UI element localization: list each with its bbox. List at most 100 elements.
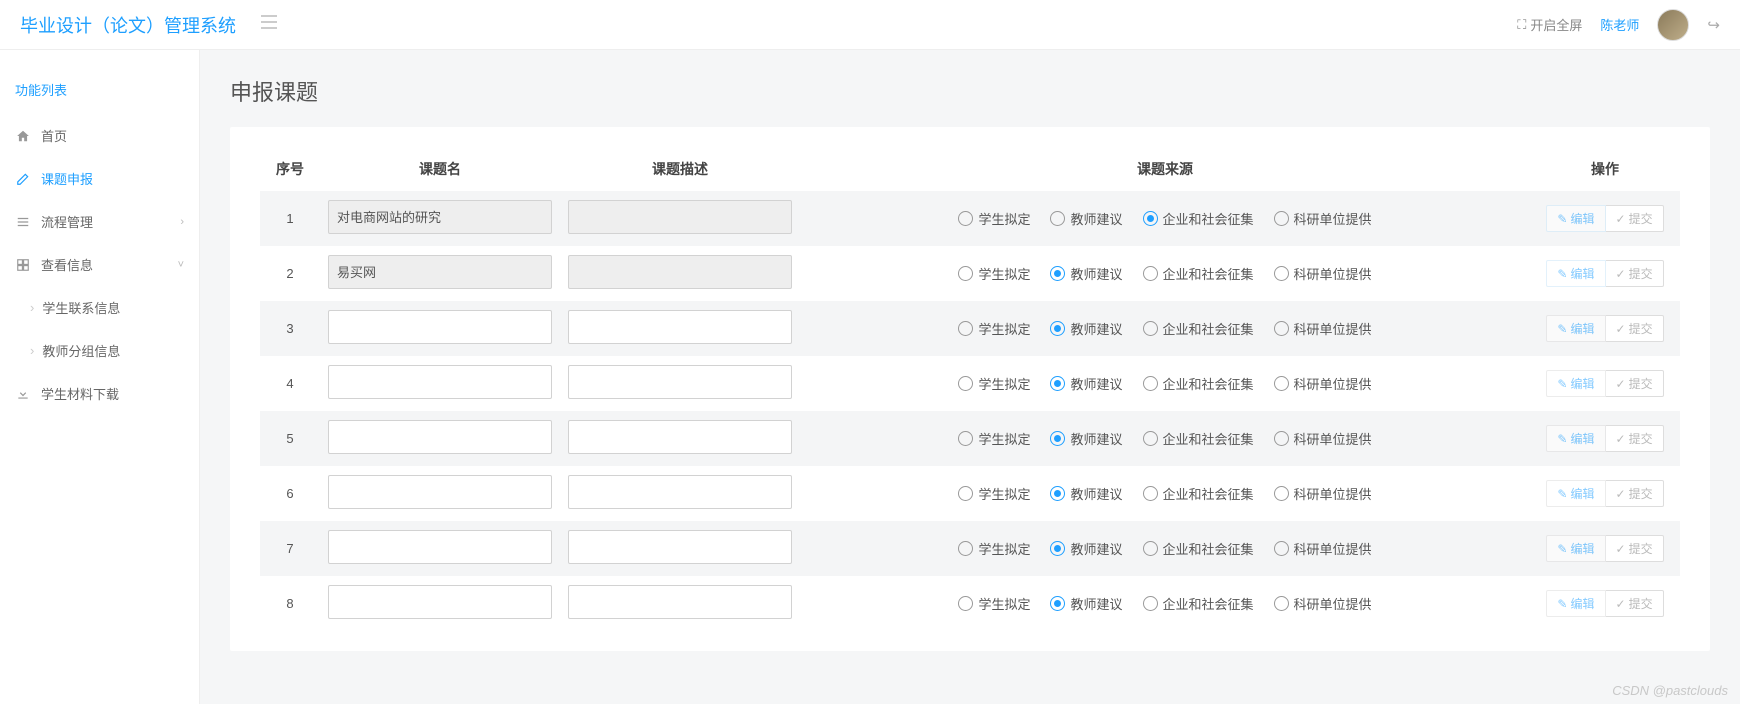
radio-option-2[interactable]: 企业和社会征集 xyxy=(1143,484,1254,503)
radio-option-2[interactable]: 企业和社会征集 xyxy=(1143,374,1254,393)
radio-option-1[interactable]: 教师建议 xyxy=(1050,319,1122,338)
radio-label: 学生拟定 xyxy=(978,429,1030,448)
edit-button[interactable]: ✎编辑 xyxy=(1546,425,1605,452)
edit-button[interactable]: ✎编辑 xyxy=(1546,315,1605,342)
edit-button[interactable]: ✎编辑 xyxy=(1546,205,1605,232)
source-radio-group: 学生拟定 教师建议 企业和社会征集 科研单位提供 xyxy=(808,539,1522,558)
radio-option-0[interactable]: 学生拟定 xyxy=(958,374,1030,393)
radio-option-2[interactable]: 企业和社会征集 xyxy=(1143,319,1254,338)
seq-cell: 8 xyxy=(260,576,320,631)
radio-option-1[interactable]: 教师建议 xyxy=(1050,594,1122,613)
submit-button[interactable]: ✓提交 xyxy=(1606,480,1664,507)
radio-label: 科研单位提供 xyxy=(1294,484,1372,503)
radio-label: 教师建议 xyxy=(1070,429,1122,448)
topic-desc-input[interactable] xyxy=(568,530,792,564)
submit-button[interactable]: ✓提交 xyxy=(1606,260,1664,287)
radio-option-1[interactable]: 教师建议 xyxy=(1050,374,1122,393)
radio-option-2[interactable]: 企业和社会征集 xyxy=(1143,429,1254,448)
topic-desc-input[interactable] xyxy=(568,420,792,454)
submit-button[interactable]: ✓提交 xyxy=(1606,315,1664,342)
radio-option-3[interactable]: 科研单位提供 xyxy=(1274,374,1372,393)
radio-icon xyxy=(1143,541,1158,556)
sidebar-item-download[interactable]: 学生材料下载 xyxy=(0,372,199,415)
topic-desc-input[interactable] xyxy=(568,475,792,509)
radio-option-3[interactable]: 科研单位提供 xyxy=(1274,539,1372,558)
radio-option-1[interactable]: 教师建议 xyxy=(1050,209,1122,228)
radio-option-0[interactable]: 学生拟定 xyxy=(958,484,1030,503)
radio-option-2[interactable]: 企业和社会征集 xyxy=(1143,209,1254,228)
submit-button[interactable]: ✓提交 xyxy=(1606,590,1664,617)
sidebar-title: 功能列表 xyxy=(0,80,199,114)
topic-name-input[interactable]: 对电商网站的研究 xyxy=(328,200,552,234)
check-icon: ✓ xyxy=(1616,212,1626,226)
topic-desc-input[interactable] xyxy=(568,310,792,344)
radio-label: 学生拟定 xyxy=(978,374,1030,393)
chevron-right-icon: › xyxy=(30,343,34,358)
topic-name-input[interactable] xyxy=(328,310,552,344)
edit-button[interactable]: ✎编辑 xyxy=(1546,260,1605,287)
edit-button[interactable]: ✎编辑 xyxy=(1546,370,1605,397)
submit-button[interactable]: ✓提交 xyxy=(1606,535,1664,562)
radio-option-3[interactable]: 科研单位提供 xyxy=(1274,209,1372,228)
home-icon xyxy=(15,129,31,143)
sidebar-item-0[interactable]: 首页 xyxy=(0,114,199,157)
submit-button[interactable]: ✓提交 xyxy=(1606,425,1664,452)
radio-option-0[interactable]: 学生拟定 xyxy=(958,319,1030,338)
topic-name-input[interactable] xyxy=(328,475,552,509)
topic-name-input[interactable] xyxy=(328,585,552,619)
radio-option-0[interactable]: 学生拟定 xyxy=(958,539,1030,558)
radio-icon xyxy=(958,486,973,501)
radio-option-3[interactable]: 科研单位提供 xyxy=(1274,594,1372,613)
submit-label: 提交 xyxy=(1629,320,1653,337)
topic-desc-input[interactable] xyxy=(568,255,792,289)
topic-desc-input[interactable] xyxy=(568,365,792,399)
topic-desc-input[interactable] xyxy=(568,585,792,619)
radio-option-3[interactable]: 科研单位提供 xyxy=(1274,484,1372,503)
fullscreen-icon: ⛶ xyxy=(1517,17,1526,33)
sidebar-item-1[interactable]: 课题申报 xyxy=(0,157,199,200)
radio-option-1[interactable]: 教师建议 xyxy=(1050,539,1122,558)
radio-icon xyxy=(1050,376,1065,391)
radio-option-1[interactable]: 教师建议 xyxy=(1050,264,1122,283)
radio-option-3[interactable]: 科研单位提供 xyxy=(1274,319,1372,338)
edit-button[interactable]: ✎编辑 xyxy=(1546,590,1605,617)
submit-label: 提交 xyxy=(1629,485,1653,502)
edit-button[interactable]: ✎编辑 xyxy=(1546,480,1605,507)
radio-option-1[interactable]: 教师建议 xyxy=(1050,484,1122,503)
radio-option-2[interactable]: 企业和社会征集 xyxy=(1143,594,1254,613)
app-brand[interactable]: 毕业设计（论文）管理系统 xyxy=(20,12,236,38)
topic-name-input[interactable] xyxy=(328,420,552,454)
sidebar-item-3[interactable]: 查看信息˅ xyxy=(0,243,199,286)
menu-toggle-icon[interactable] xyxy=(261,15,277,34)
radio-icon xyxy=(1274,596,1289,611)
sidebar-sub-item-1[interactable]: ›教师分组信息 xyxy=(0,329,199,372)
radio-icon xyxy=(1274,211,1289,226)
radio-option-3[interactable]: 科研单位提供 xyxy=(1274,429,1372,448)
radio-option-3[interactable]: 科研单位提供 xyxy=(1274,264,1372,283)
radio-label: 企业和社会征集 xyxy=(1163,539,1254,558)
sidebar-item-2[interactable]: 流程管理› xyxy=(0,200,199,243)
edit-icon: ✎ xyxy=(1557,322,1567,336)
radio-label: 学生拟定 xyxy=(978,539,1030,558)
radio-option-1[interactable]: 教师建议 xyxy=(1050,429,1122,448)
radio-option-0[interactable]: 学生拟定 xyxy=(958,429,1030,448)
radio-option-2[interactable]: 企业和社会征集 xyxy=(1143,539,1254,558)
radio-option-2[interactable]: 企业和社会征集 xyxy=(1143,264,1254,283)
sidebar-item-label: 查看信息 xyxy=(41,255,93,274)
topic-name-input[interactable]: 易买网 xyxy=(328,255,552,289)
submit-button[interactable]: ✓提交 xyxy=(1606,205,1664,232)
edit-button[interactable]: ✎编辑 xyxy=(1546,535,1605,562)
submit-button[interactable]: ✓提交 xyxy=(1606,370,1664,397)
action-buttons: ✎编辑 ✓提交 xyxy=(1546,205,1663,232)
avatar[interactable] xyxy=(1657,9,1689,41)
username-link[interactable]: 陈老师 xyxy=(1600,15,1639,34)
topic-desc-input[interactable] xyxy=(568,200,792,234)
radio-option-0[interactable]: 学生拟定 xyxy=(958,209,1030,228)
topic-name-input[interactable] xyxy=(328,530,552,564)
fullscreen-button[interactable]: ⛶ 开启全屏 xyxy=(1517,15,1582,34)
radio-option-0[interactable]: 学生拟定 xyxy=(958,594,1030,613)
topic-name-input[interactable] xyxy=(328,365,552,399)
radio-option-0[interactable]: 学生拟定 xyxy=(958,264,1030,283)
logout-icon[interactable]: ↪ xyxy=(1707,16,1720,34)
sidebar-sub-item-0[interactable]: ›学生联系信息 xyxy=(0,286,199,329)
